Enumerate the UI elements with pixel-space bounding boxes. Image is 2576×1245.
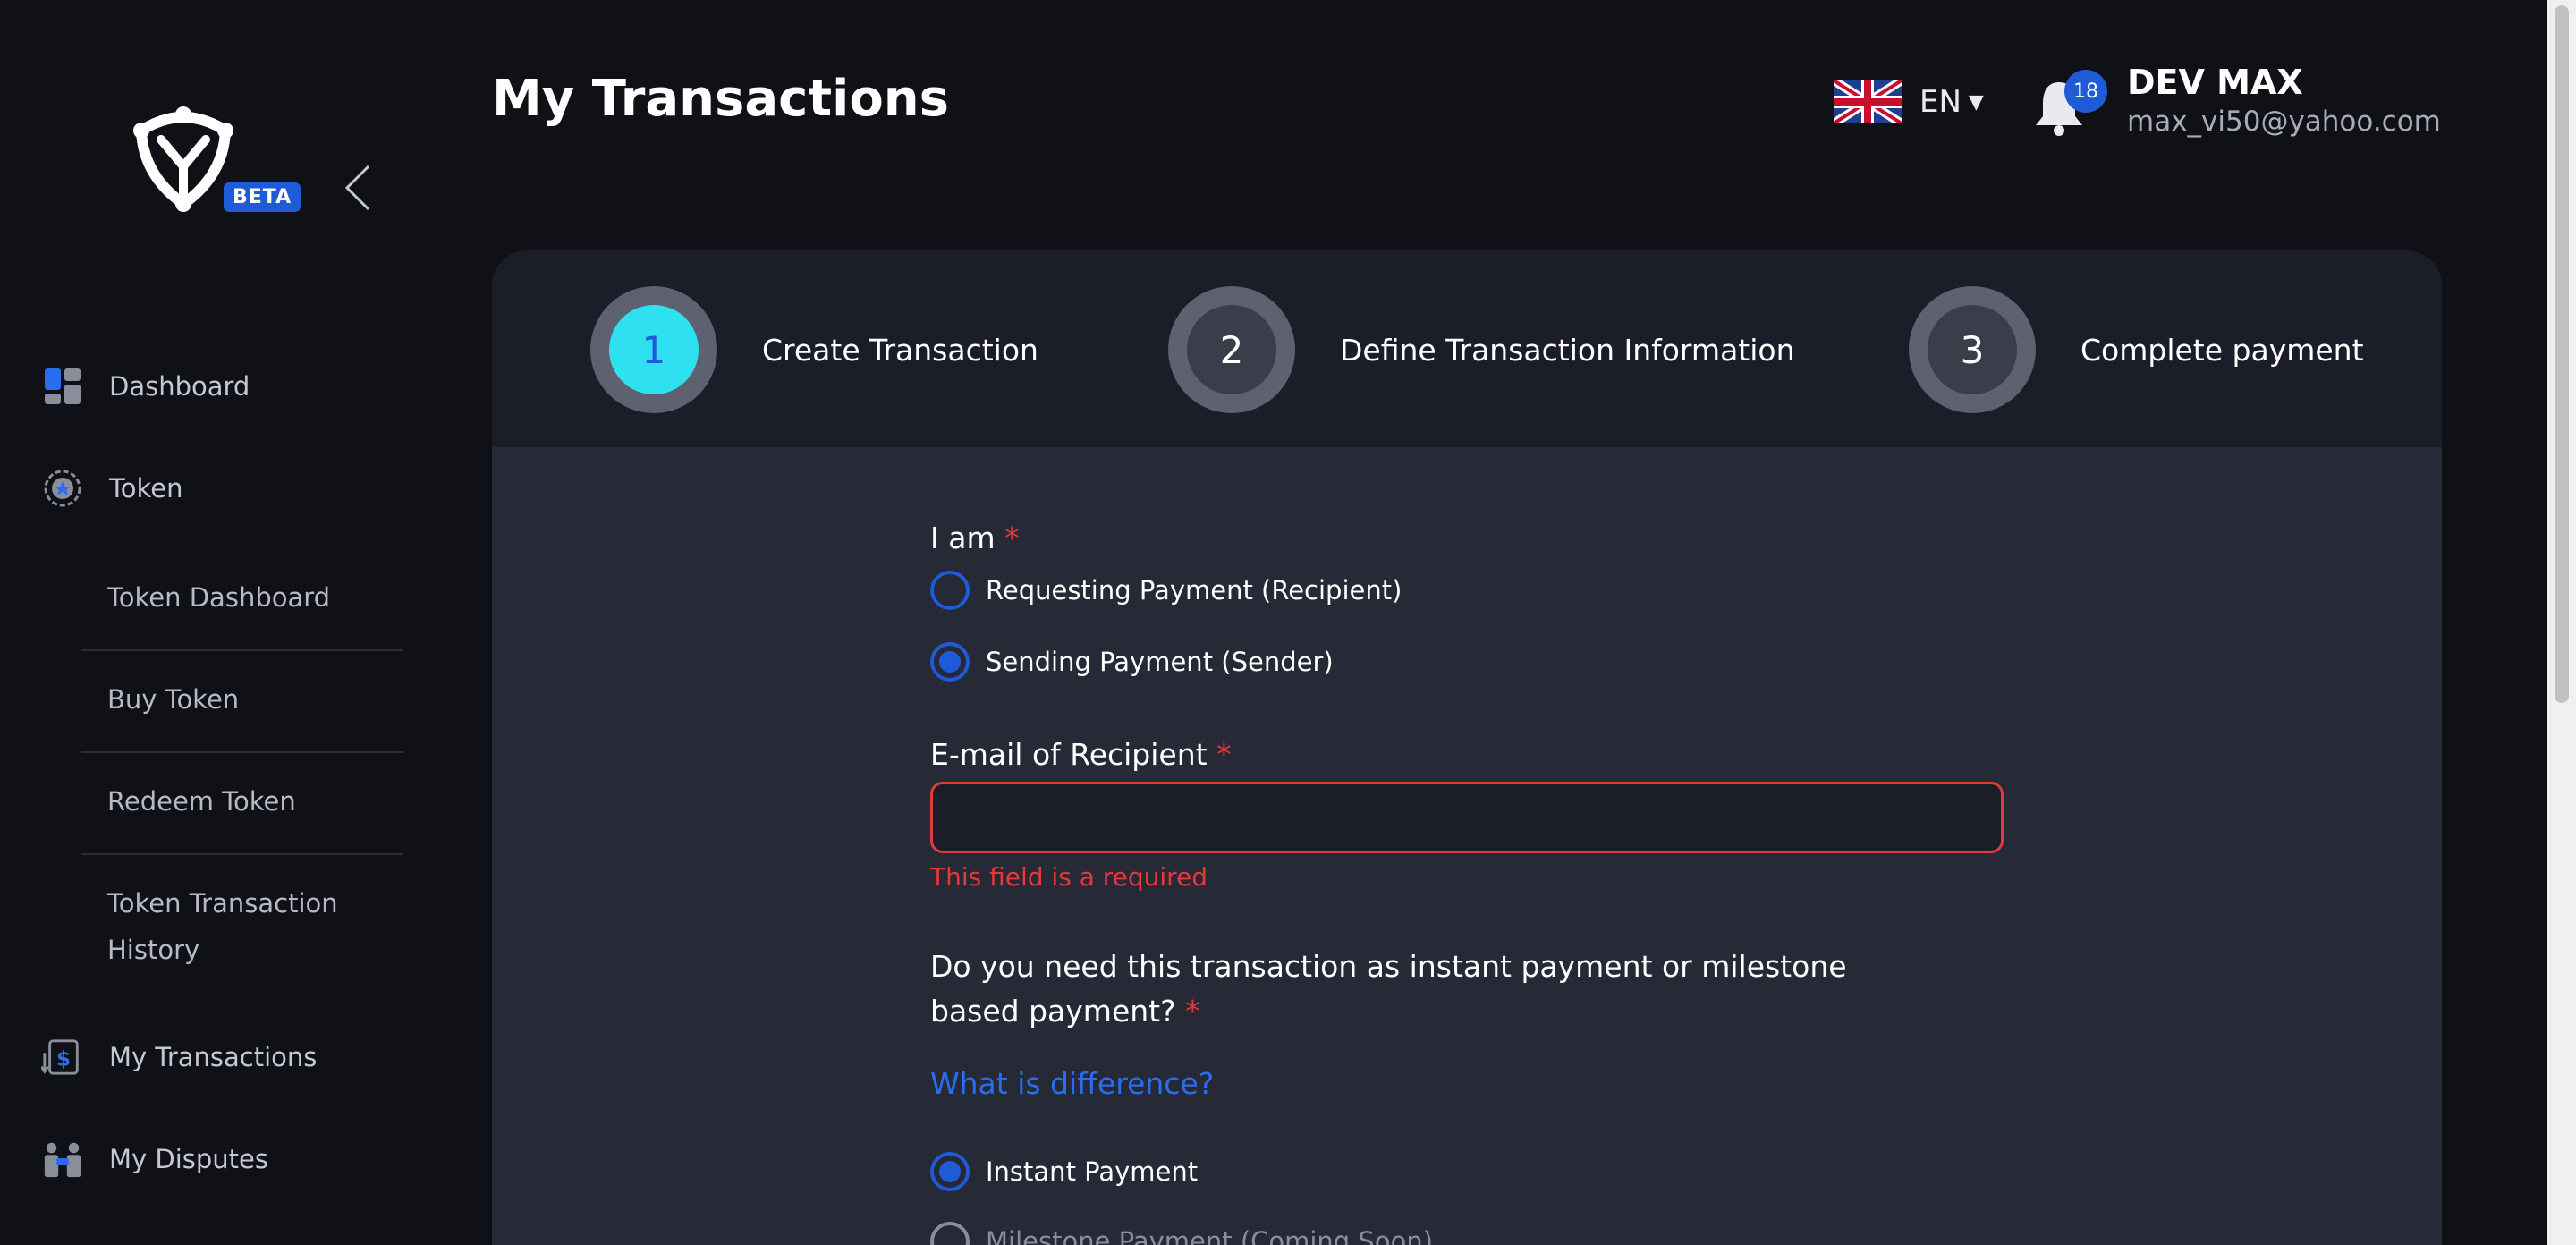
- role-option-recipient[interactable]: Requesting Payment (Recipient): [930, 571, 1402, 610]
- nav-my-disputes-label: My Disputes: [109, 1144, 269, 1174]
- radio-label: Instant Payment: [986, 1156, 1199, 1187]
- stepper: 1 Create Transaction 2 Define Transactio…: [492, 250, 2442, 447]
- step-2: 2 Define Transaction Information: [1168, 286, 1795, 413]
- recipient-email-input[interactable]: [930, 782, 2004, 853]
- language-code: EN: [1919, 84, 1962, 120]
- radio-button[interactable]: [930, 571, 970, 610]
- payment-question-text: Do you need this transaction as instant …: [930, 949, 1847, 1029]
- nav-my-transactions-label: My Transactions: [109, 1042, 318, 1072]
- role-label: I am *: [930, 521, 1020, 555]
- step-number: 1: [609, 305, 699, 394]
- radio-button[interactable]: [930, 1152, 970, 1191]
- radio-selected-dot: [939, 651, 961, 673]
- radio-selected-dot: [939, 1161, 961, 1182]
- transaction-card: 1 Create Transaction 2 Define Transactio…: [492, 250, 2442, 1245]
- nav-redeem-token[interactable]: Redeem Token: [80, 778, 402, 825]
- nav-dashboard-label: Dashboard: [109, 371, 250, 402]
- step-label: Complete payment: [2080, 332, 2364, 368]
- user-name[interactable]: DEV MAX: [2127, 63, 2303, 102]
- nav-token-label: Token: [109, 473, 183, 504]
- email-label-text: E-mail of Recipient: [930, 737, 1208, 772]
- language-selector[interactable]: EN ▼: [1834, 80, 1984, 123]
- email-label: E-mail of Recipient *: [930, 737, 1232, 772]
- nav-dashboard[interactable]: Dashboard: [41, 365, 250, 408]
- beta-badge: BETA: [224, 182, 301, 212]
- uk-flag-icon: [1834, 80, 1902, 123]
- radio-label: Requesting Payment (Recipient): [986, 575, 1402, 606]
- required-mark: *: [1216, 737, 1232, 772]
- radio-label: Milestone Payment (Coming Soon): [986, 1226, 1434, 1245]
- step-3: 3 Complete payment: [1909, 286, 2364, 413]
- scrollbar-thumb[interactable]: [2555, 5, 2569, 703]
- radio-button[interactable]: [930, 1222, 970, 1245]
- transactions-icon: $: [41, 1036, 84, 1079]
- caret-down-icon: ▼: [1968, 90, 1984, 114]
- step-number: 2: [1187, 305, 1276, 394]
- nav-my-disputes[interactable]: My Disputes: [41, 1138, 268, 1181]
- page-title: My Transactions: [492, 70, 949, 128]
- radio-button[interactable]: [930, 642, 970, 682]
- nav-token[interactable]: Token: [41, 467, 183, 510]
- nav-my-transactions[interactable]: $ My Transactions: [41, 1036, 317, 1079]
- step-number: 3: [1928, 305, 2017, 394]
- role-option-sender[interactable]: Sending Payment (Sender): [930, 642, 1334, 682]
- divider: [80, 751, 402, 753]
- nav-token-transaction-history[interactable]: Token Transaction History: [80, 880, 349, 973]
- required-mark: *: [1004, 521, 1020, 555]
- dashboard-icon: [41, 365, 84, 408]
- notification-count-badge: 18: [2064, 70, 2107, 113]
- what-is-difference-link[interactable]: What is difference?: [930, 1066, 1214, 1101]
- step-label: Create Transaction: [762, 332, 1038, 368]
- payment-option-instant[interactable]: Instant Payment: [930, 1152, 1198, 1191]
- nav-token-dashboard[interactable]: Token Dashboard: [80, 574, 402, 621]
- chevron-left-icon: [344, 165, 370, 211]
- divider: [80, 853, 402, 855]
- token-icon: [41, 467, 84, 510]
- nav-buy-token[interactable]: Buy Token: [80, 676, 402, 723]
- payment-type-label: Do you need this transaction as instant …: [930, 944, 1914, 1034]
- step-1: 1 Create Transaction: [590, 286, 1038, 413]
- svg-text:$: $: [56, 1048, 71, 1071]
- role-label-text: I am: [930, 521, 996, 555]
- required-mark: *: [1185, 994, 1200, 1029]
- step-ring: 3: [1909, 286, 2036, 413]
- step-ring: 1: [590, 286, 717, 413]
- step-label: Define Transaction Information: [1340, 332, 1795, 368]
- notifications-button[interactable]: 18: [2032, 70, 2107, 136]
- radio-label: Sending Payment (Sender): [986, 647, 1334, 677]
- user-email: max_vi50@yahoo.com: [2127, 106, 2441, 138]
- divider: [80, 649, 402, 651]
- app-logo[interactable]: BETA: [125, 104, 304, 220]
- payment-option-milestone[interactable]: Milestone Payment (Coming Soon): [930, 1222, 1433, 1245]
- step-ring: 2: [1168, 286, 1295, 413]
- collapse-sidebar-button[interactable]: [340, 163, 376, 213]
- disputes-icon: [41, 1138, 84, 1181]
- sidebar: BETA Dashboard Token Token Dashboard Buy…: [0, 0, 447, 1245]
- email-error-message: This field is a required: [930, 862, 1208, 892]
